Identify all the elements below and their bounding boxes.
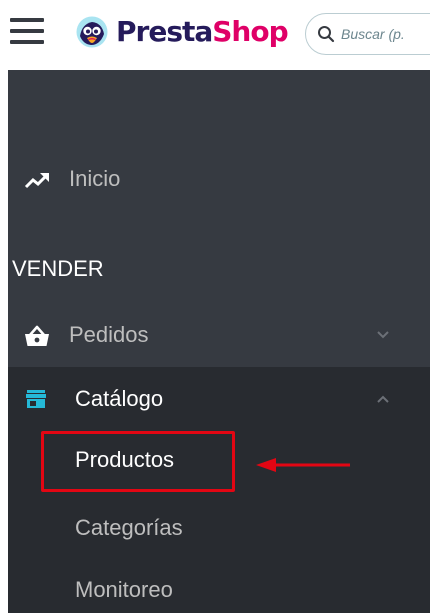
search-bar[interactable] xyxy=(305,13,430,55)
sidebar-nav: Inicio VENDER Pedidos Catálogo Productos… xyxy=(8,70,430,613)
sidebar-item-label: Inicio xyxy=(69,166,121,191)
sidebar-item-catalogo[interactable]: Catálogo xyxy=(8,367,430,431)
submenu-item-monitoreo[interactable]: Monitoreo xyxy=(8,565,430,613)
admin-window: PrestaShop Inicio VENDER Ped xyxy=(0,0,430,613)
submenu-item-categorias[interactable]: Categorías xyxy=(8,503,430,551)
shopping-basket-icon xyxy=(25,325,49,346)
logo-text-presta: Presta xyxy=(116,15,213,48)
submenu-item-label: Monitoreo xyxy=(75,577,173,602)
sidebar-item-label: Pedidos xyxy=(69,322,149,347)
prestashop-logo[interactable]: PrestaShop xyxy=(76,12,289,52)
sidebar-item-pedidos[interactable]: Pedidos xyxy=(8,312,430,360)
store-icon xyxy=(26,390,46,408)
search-icon xyxy=(318,26,335,43)
prestashop-puffin-logo xyxy=(76,16,108,48)
submenu-item-label: Productos xyxy=(75,447,175,472)
chevron-down-icon[interactable] xyxy=(376,330,390,340)
submenu-item-label: Categorías xyxy=(75,515,183,540)
logo-text: PrestaShop xyxy=(116,12,289,52)
sidebar-item-inicio[interactable]: Inicio xyxy=(8,156,430,204)
logo-text-shop: Shop xyxy=(212,15,288,48)
chevron-up-icon[interactable] xyxy=(376,394,390,404)
trending-up-icon xyxy=(24,173,49,189)
top-header: PrestaShop xyxy=(0,0,430,70)
search-input[interactable] xyxy=(341,26,430,42)
hamburger-menu-icon[interactable] xyxy=(10,18,44,44)
sidebar-item-label: Catálogo xyxy=(75,386,164,411)
section-title-vender: VENDER xyxy=(12,256,104,281)
catalog-menu-group: Catálogo Productos Categorías Monitoreo xyxy=(8,367,430,613)
submenu-item-productos[interactable]: Productos xyxy=(8,435,430,483)
